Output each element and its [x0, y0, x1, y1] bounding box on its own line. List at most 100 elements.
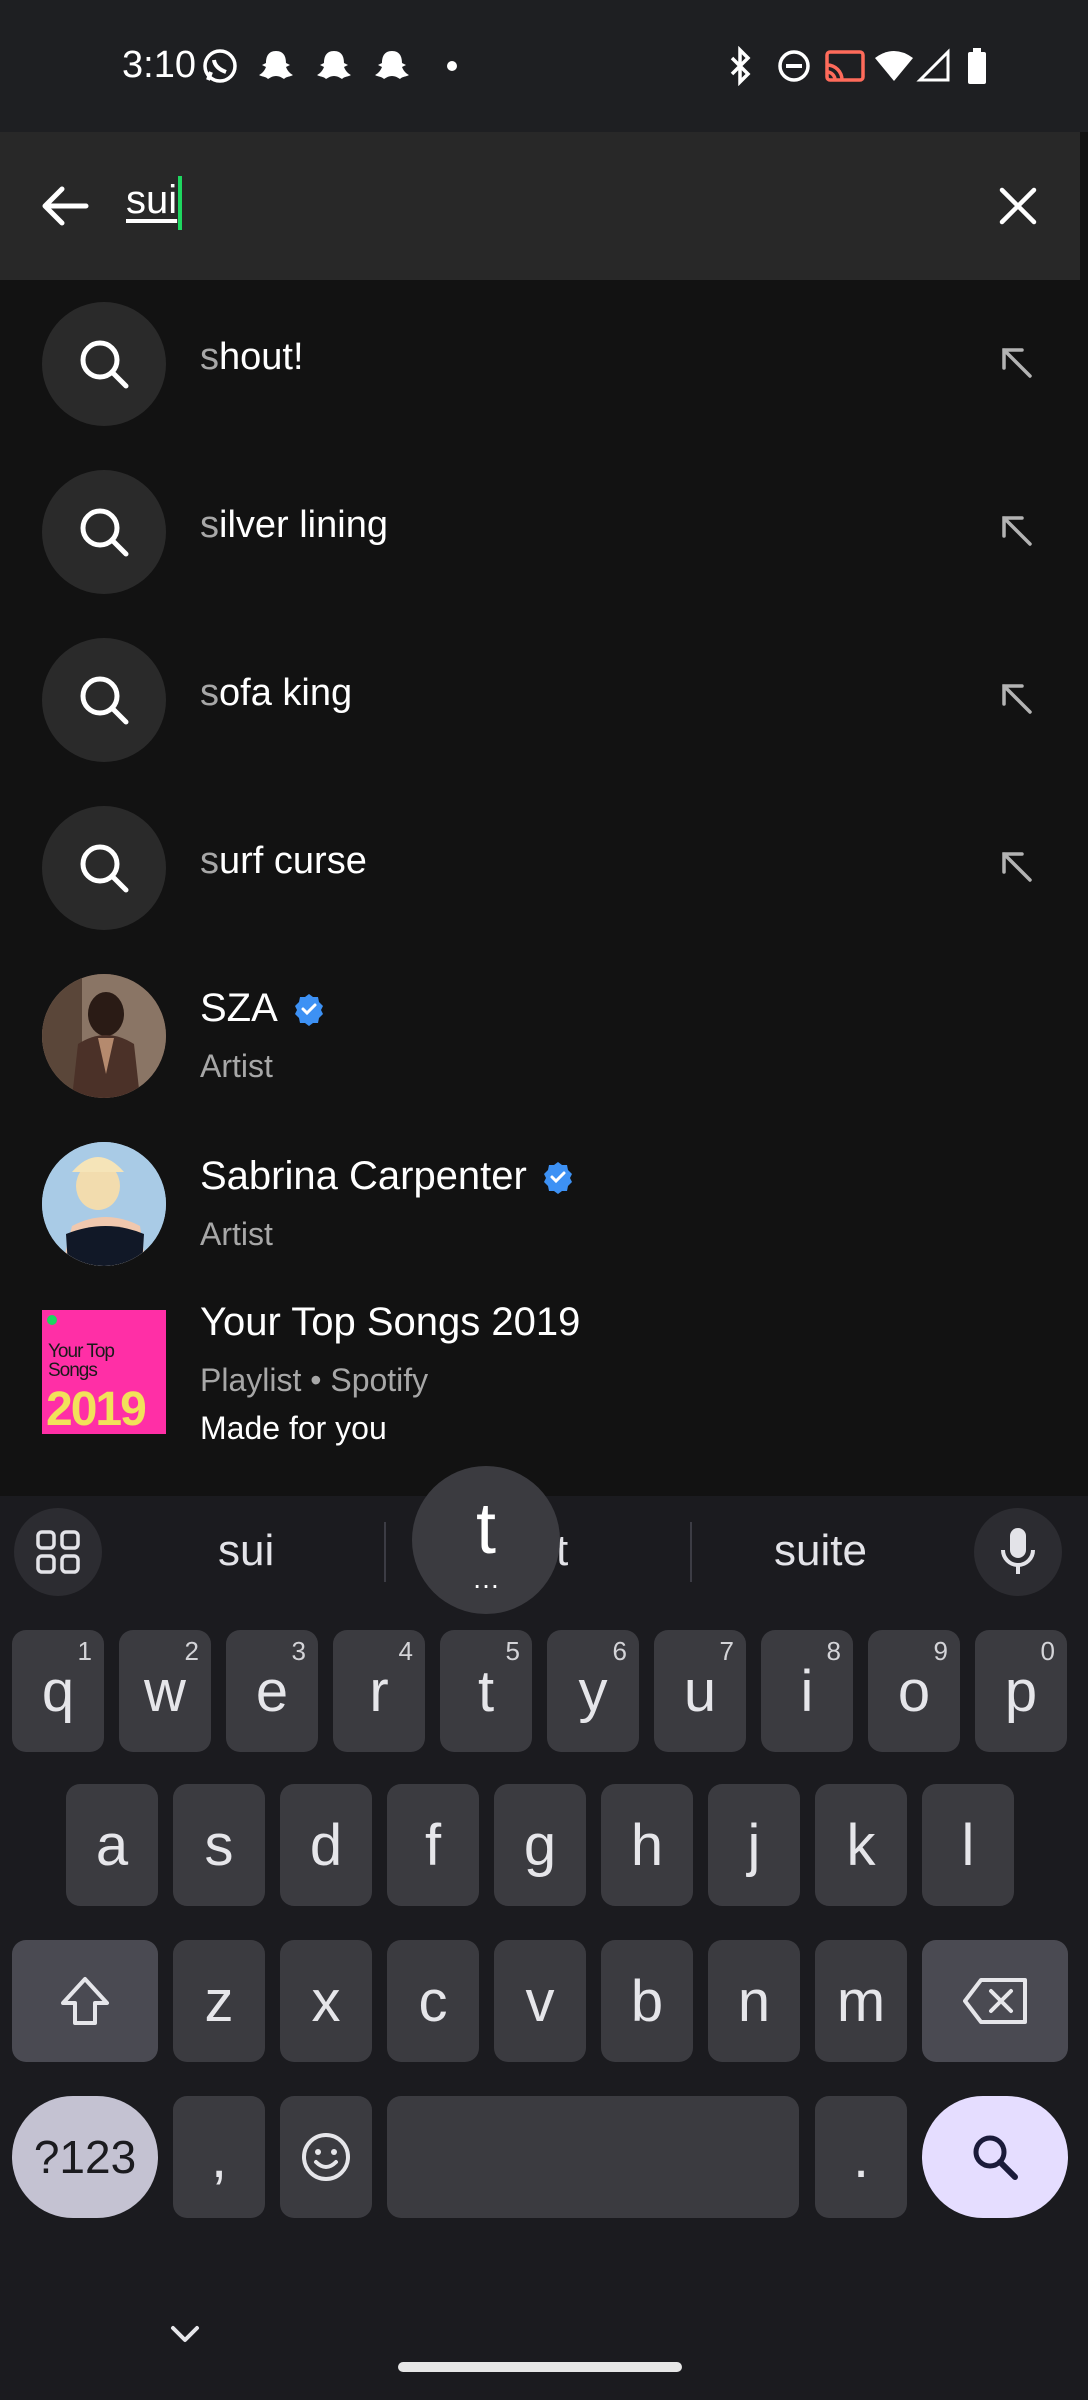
- key-t[interactable]: t5: [440, 1630, 532, 1752]
- dot-icon: [440, 46, 464, 86]
- backspace-icon: [963, 1978, 1027, 2024]
- key-b[interactable]: b: [601, 1940, 693, 2062]
- key-r[interactable]: r4: [333, 1630, 425, 1752]
- key-c[interactable]: c: [387, 1940, 479, 2062]
- search-header: sui: [0, 132, 1080, 280]
- search-icon: [42, 806, 166, 930]
- fill-query-icon[interactable]: [990, 504, 1042, 556]
- emoji-icon: [302, 2133, 350, 2181]
- key-y[interactable]: y6: [547, 1630, 639, 1752]
- key-preview-popup: t …: [412, 1466, 560, 1614]
- key-n[interactable]: n: [708, 1940, 800, 2062]
- suggestion-label: sofa king: [200, 672, 353, 714]
- artist-result-row[interactable]: Sabrina Carpenter Artist: [0, 1120, 1080, 1288]
- keyboard-suggestion[interactable]: suite: [774, 1526, 867, 1576]
- suggestion-row[interactable]: surf curse: [0, 784, 1080, 952]
- key-z[interactable]: z: [173, 1940, 265, 2062]
- search-icon: [42, 470, 166, 594]
- fill-query-icon[interactable]: [990, 672, 1042, 724]
- suggestion-divider: [384, 1522, 386, 1582]
- search-icon: [42, 638, 166, 762]
- result-subtitle: Artist: [200, 1216, 273, 1252]
- bluetooth-icon: [724, 46, 756, 86]
- emoji-key[interactable]: [280, 2096, 372, 2218]
- space-key[interactable]: [387, 2096, 799, 2218]
- verified-badge-icon: [543, 1161, 572, 1194]
- shift-key[interactable]: [12, 1940, 158, 2062]
- search-action-key[interactable]: [922, 2096, 1068, 2218]
- suggestion-divider: [690, 1522, 692, 1582]
- keyboard-suggestion[interactable]: sui: [218, 1526, 274, 1576]
- chevron-down-icon: [171, 2326, 199, 2342]
- status-bar: 3:10: [0, 0, 1088, 132]
- on-screen-keyboard: sui t suite q1 w2 e3 r4 t5 y6 u7 i8 o9 p…: [0, 1496, 1088, 2400]
- fill-query-icon[interactable]: [990, 336, 1042, 388]
- search-input[interactable]: sui: [126, 178, 177, 223]
- key-u[interactable]: u7: [654, 1630, 746, 1752]
- do-not-disturb-icon: [774, 46, 814, 86]
- result-title: Your Top Songs 2019: [200, 1300, 581, 1344]
- back-button[interactable]: [30, 168, 100, 244]
- result-subtitle: Artist: [200, 1048, 273, 1084]
- hide-keyboard-button[interactable]: [160, 2316, 210, 2352]
- signal-icon: [914, 46, 954, 86]
- suggestion-label: silver lining: [200, 504, 388, 546]
- result-subtitle: Playlist • Spotify: [200, 1362, 429, 1398]
- key-m[interactable]: m: [815, 1940, 907, 2062]
- key-h[interactable]: h: [601, 1784, 693, 1906]
- close-icon: [999, 187, 1037, 225]
- search-icon: [42, 302, 166, 426]
- artist-result-row[interactable]: SZA Artist: [0, 952, 1080, 1120]
- key-q[interactable]: q1: [12, 1630, 104, 1752]
- key-w[interactable]: w2: [119, 1630, 211, 1752]
- key-i[interactable]: i8: [761, 1630, 853, 1752]
- shift-icon: [61, 1977, 109, 2025]
- text-caret: [178, 176, 182, 230]
- gesture-navigation-bar[interactable]: [398, 2362, 682, 2372]
- playlist-result-row[interactable]: Your Top Songs 2019 Your Top Songs 2019 …: [0, 1288, 1080, 1496]
- suggestion-row[interactable]: shout!: [0, 280, 1080, 448]
- verified-badge-icon: [294, 993, 323, 1026]
- backspace-key[interactable]: [922, 1940, 1068, 2062]
- suggestion-row[interactable]: silver lining: [0, 448, 1080, 616]
- key-s[interactable]: s: [173, 1784, 265, 1906]
- fill-query-icon[interactable]: [990, 840, 1042, 892]
- keyboard-menu-button[interactable]: [14, 1508, 102, 1596]
- key-e[interactable]: e3: [226, 1630, 318, 1752]
- result-title: Sabrina Carpenter: [200, 1154, 575, 1199]
- search-icon: [973, 2135, 1018, 2180]
- suggestion-label: surf curse: [200, 840, 367, 882]
- snapchat-icon: [370, 46, 414, 86]
- apps-grid-icon: [36, 1530, 80, 1574]
- suggestion-row[interactable]: sofa king: [0, 616, 1080, 784]
- comma-key[interactable]: ,: [173, 2096, 265, 2218]
- snapchat-icon: [254, 46, 298, 86]
- snapchat-icon: [312, 46, 356, 86]
- key-g[interactable]: g: [494, 1784, 586, 1906]
- cast-icon: [822, 46, 868, 86]
- key-k[interactable]: k: [815, 1784, 907, 1906]
- whatsapp-icon: [198, 46, 242, 86]
- cover-title: Your Top Songs: [48, 1341, 115, 1381]
- key-v[interactable]: v: [494, 1940, 586, 2062]
- clear-search-button[interactable]: [980, 168, 1056, 244]
- key-p[interactable]: p0: [975, 1630, 1067, 1752]
- artist-avatar: [42, 1142, 166, 1266]
- key-o[interactable]: o9: [868, 1630, 960, 1752]
- key-x[interactable]: x: [280, 1940, 372, 2062]
- key-f[interactable]: f: [387, 1784, 479, 1906]
- battery-icon: [962, 46, 992, 86]
- key-a[interactable]: a: [66, 1784, 158, 1906]
- artist-avatar: [42, 974, 166, 1098]
- key-l[interactable]: l: [922, 1784, 1014, 1906]
- symbols-key[interactable]: ?123: [12, 2096, 158, 2218]
- spotify-logo-icon: [47, 1315, 57, 1325]
- playlist-cover: Your Top Songs 2019: [42, 1310, 166, 1434]
- cover-year: 2019: [46, 1383, 147, 1434]
- period-key[interactable]: .: [815, 2096, 907, 2218]
- key-j[interactable]: j: [708, 1784, 800, 1906]
- search-results: shout! silver lining sofa king surf curs…: [0, 280, 1080, 1496]
- voice-input-button[interactable]: [974, 1508, 1062, 1596]
- status-time: 3:10: [122, 44, 196, 86]
- key-d[interactable]: d: [280, 1784, 372, 1906]
